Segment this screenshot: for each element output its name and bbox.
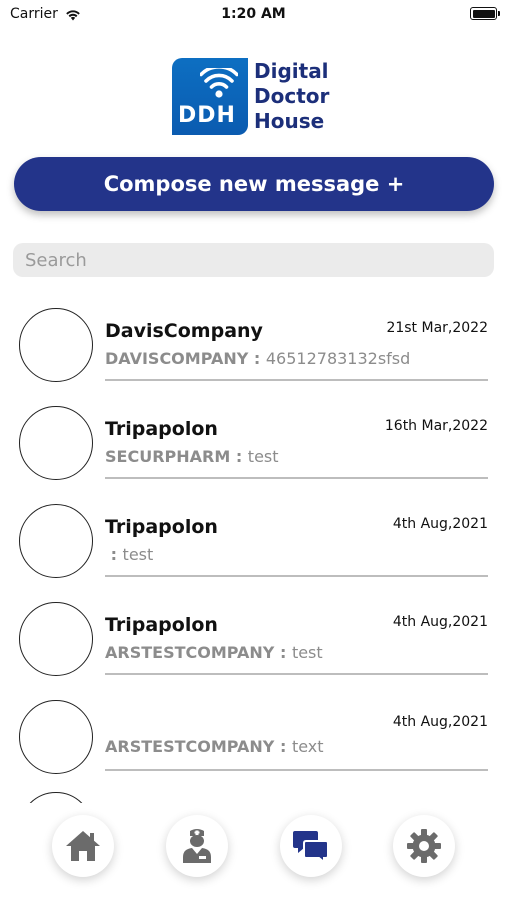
message-preview: SECURPHARM : test — [105, 447, 279, 466]
home-icon — [66, 831, 100, 861]
list-item[interactable]: Tripapolon 16th Mar,2022 SECURPHARM : te… — [0, 398, 507, 496]
message-preview: : test — [105, 545, 154, 564]
tab-settings[interactable] — [393, 815, 455, 877]
list-item[interactable]: Tripapolon 4th Aug,2021 : test — [0, 496, 507, 594]
contact-name: Tripapolon — [105, 418, 218, 440]
app-logo: DDH Digital Doctor House — [172, 57, 329, 135]
logo-badge: DDH — [172, 57, 248, 135]
contact-name: Tripapolon — [105, 614, 218, 636]
chat-icon — [293, 831, 329, 863]
message-preview: DAVISCOMPANY : 46512783132sfsd — [105, 349, 410, 368]
logo-line-2: Doctor — [254, 83, 330, 108]
contact-name: DavisCompany — [105, 320, 263, 342]
conversation-list[interactable]: DavisCompany 21st Mar,2022 DAVISCOMPANY … — [0, 300, 507, 803]
preview-text: test — [291, 643, 323, 662]
divider — [105, 769, 488, 771]
preview-text: text — [291, 737, 324, 756]
message-date: 21st Mar,2022 — [386, 320, 488, 336]
avatar — [19, 504, 93, 578]
tab-bar — [0, 803, 507, 900]
message-date: 4th Aug,2021 — [392, 516, 488, 532]
search-input[interactable] — [13, 243, 494, 277]
status-time: 1:20 AM — [221, 6, 286, 22]
tab-home[interactable] — [52, 815, 114, 877]
logo-text: Digital Doctor House — [254, 59, 329, 134]
avatar — [19, 792, 93, 803]
tab-messages[interactable] — [280, 815, 342, 877]
logo-line-1: Digital — [254, 58, 329, 83]
battery-icon — [470, 7, 500, 20]
divider — [105, 673, 488, 675]
preview-company: SECURPHARM : — [105, 447, 248, 466]
preview-company: : — [105, 545, 123, 564]
preview-text: test — [122, 545, 154, 564]
preview-company: ARSTESTCOMPANY : — [105, 643, 292, 662]
message-preview: ARSTESTCOMPANY : text — [105, 737, 324, 756]
message-date: 4th Aug,2021 — [392, 614, 488, 630]
logo-line-3: House — [254, 108, 325, 133]
divider — [105, 477, 488, 479]
contact-name: Tripapolon — [105, 516, 218, 538]
tab-doctor[interactable] — [166, 815, 228, 877]
divider — [105, 575, 488, 577]
message-preview: ARSTESTCOMPANY : test — [105, 643, 323, 662]
avatar — [19, 602, 93, 676]
list-item[interactable]: 4th Aug,2021 ARSTESTCOMPANY : text — [0, 692, 507, 790]
preview-company: DAVISCOMPANY : — [105, 349, 266, 368]
logo-wifi-icon — [200, 67, 238, 98]
list-item[interactable]: DavisCompany 21st Mar,2022 DAVISCOMPANY … — [0, 300, 507, 398]
doctor-icon — [183, 829, 211, 863]
compose-message-button[interactable]: Compose new message + — [14, 157, 494, 211]
message-date: 4th Aug,2021 — [392, 714, 488, 730]
avatar — [19, 406, 93, 480]
preview-text: test — [247, 447, 279, 466]
status-bar: Carrier 1:20 AM — [0, 0, 507, 30]
list-item[interactable]: Tripapolon 4th Aug,2021 ARSTESTCOMPANY :… — [0, 594, 507, 692]
avatar — [19, 308, 93, 382]
avatar — [19, 700, 93, 774]
list-item[interactable] — [0, 790, 507, 803]
message-date: 16th Mar,2022 — [384, 418, 488, 434]
preview-company: ARSTESTCOMPANY : — [105, 737, 292, 756]
divider — [105, 379, 488, 381]
logo-abbr: DDH — [178, 102, 236, 128]
gear-icon — [407, 829, 441, 863]
preview-text: 46512783132sfsd — [265, 349, 411, 368]
